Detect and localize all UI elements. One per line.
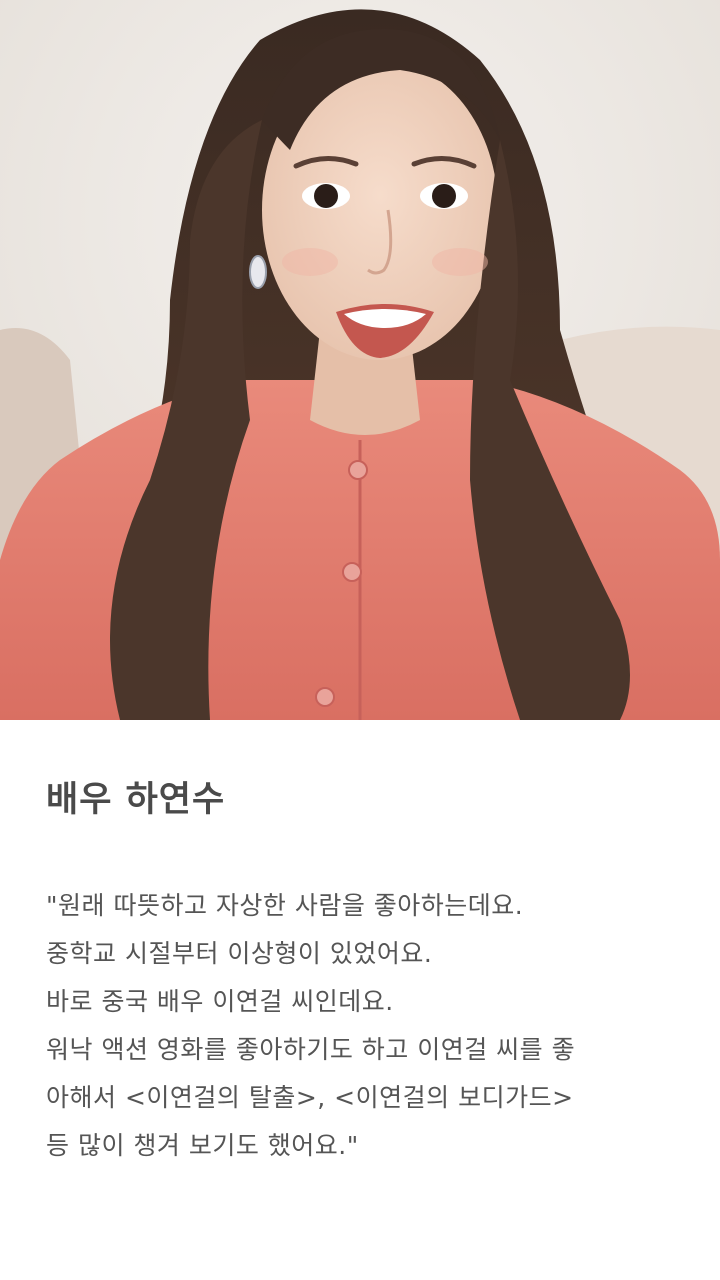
quote-line: 등 많이 챙겨 보기도 했어요." xyxy=(46,1131,359,1160)
quote-line: 중학교 시절부터 이상형이 있었어요. xyxy=(46,939,433,968)
quote-line: 아해서 <이연걸의 탈출>, <이연걸의 보디가드> xyxy=(46,1083,574,1112)
quote-line: 워낙 액션 영화를 좋아하기도 하고 이연걸 씨를 좋 xyxy=(46,1035,576,1064)
quote-line: 바로 중국 배우 이연걸 씨인데요. xyxy=(46,987,394,1016)
article-title: 배우 하연수 xyxy=(46,780,226,820)
quote-line: "원래 따뜻하고 자상한 사람을 좋아하는데요. xyxy=(46,891,524,920)
article-quote: "원래 따뜻하고 자상한 사람을 좋아하는데요. 중학교 시절부터 이상형이 있… xyxy=(46,882,686,1170)
article-photo xyxy=(0,0,720,720)
article-body: 배우 하연수 "원래 따뜻하고 자상한 사람을 좋아하는데요. 중학교 시절부터… xyxy=(0,720,720,1280)
